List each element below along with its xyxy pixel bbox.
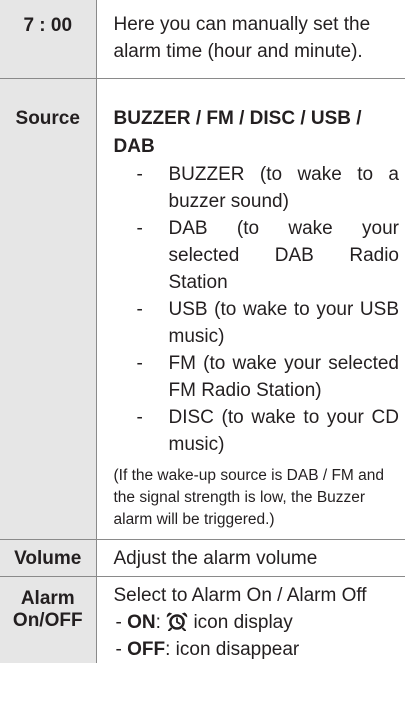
list-dash: - <box>136 407 143 428</box>
source-option-label: FM (to wake your selected FM Radio Stati… <box>168 353 400 401</box>
row-key-volume: Volume <box>0 539 97 577</box>
row-key-line: Alarm <box>20 588 75 609</box>
alarm-off-item: - OFF: icon disappear <box>114 636 402 663</box>
source-option-label: BUZZER (to wake to a buzzer sound) <box>168 164 400 212</box>
source-options-heading: BUZZER / FM / DISC / USB / DAB <box>113 108 362 157</box>
row-volume: Volume Adjust the alarm volume <box>0 539 405 577</box>
source-option-fm: - FM (to wake your selected FM Radio Stat… <box>114 350 402 404</box>
row-key-alarm-time: 7 : 00 <box>0 0 97 79</box>
list-dash: - <box>136 218 143 239</box>
list-bullet: - <box>115 612 128 633</box>
alarm-on-item: - ON: icon display <box>114 609 402 636</box>
alarm-settings-table: 7 : 00 Here you can manually set the ala… <box>0 0 405 663</box>
list-bullet: - <box>115 639 128 660</box>
source-option-buzzer: - BUZZER (to wake to a buzzer sound) <box>114 161 402 215</box>
on-label: ON <box>127 612 156 633</box>
list-dash: - <box>136 353 143 374</box>
source-option-dab: - DAB (to wake your selected DAB Radio St… <box>114 215 402 296</box>
row-description-alarm-on-off: Select to Alarm On / Alarm Off - ON: ico… <box>96 577 405 664</box>
row-key-line: On/OFF <box>12 610 83 631</box>
alarm-on-off-text: Select to Alarm On / Alarm Off <box>113 585 367 606</box>
row-description-source: BUZZER / FM / DISC / USB / DAB - BUZZER (… <box>96 78 405 540</box>
row-alarm-on-off: Alarm On/OFF Select to Alarm On / Alarm … <box>0 576 405 664</box>
source-option-usb: - USB (to wake to your USB music) <box>114 296 402 350</box>
off-text: : icon disappear <box>165 639 300 660</box>
row-description-volume: Adjust the alarm volume <box>96 539 405 577</box>
source-option-label: DISC (to wake to your CD music) <box>168 407 400 455</box>
row-alarm-time: 7 : 00 Here you can manually set the ala… <box>0 0 405 79</box>
source-options-list: - BUZZER (to wake to a buzzer sound) - DAB… <box>114 161 402 458</box>
row-description-alarm-time: Here you can manually set the alarm time… <box>96 0 405 79</box>
source-option-disc: - DISC (to wake to your CD music) <box>114 404 402 458</box>
source-option-label: USB (to wake to your USB music) <box>168 299 400 347</box>
row-source: Source BUZZER / FM / DISC / USB / DAB -B… <box>0 78 405 540</box>
list-dash: - <box>136 164 143 185</box>
off-label: OFF <box>127 639 166 660</box>
on-colon: : <box>155 612 167 633</box>
on-suffix: icon display <box>188 612 293 633</box>
alarm-clock-icon <box>166 612 188 631</box>
source-note: (If the wake-up source is DAB / FM and t… <box>113 467 385 528</box>
row-key-source: Source <box>0 78 97 540</box>
list-dash: - <box>136 299 143 320</box>
row-key-alarm-on-off: Alarm On/OFF <box>0 576 97 663</box>
alarm-on-off-list: - ON: icon display - OFF: icon disappear <box>114 609 402 663</box>
source-option-label: DAB (to wake your selected DAB Radio Sta… <box>168 218 400 293</box>
